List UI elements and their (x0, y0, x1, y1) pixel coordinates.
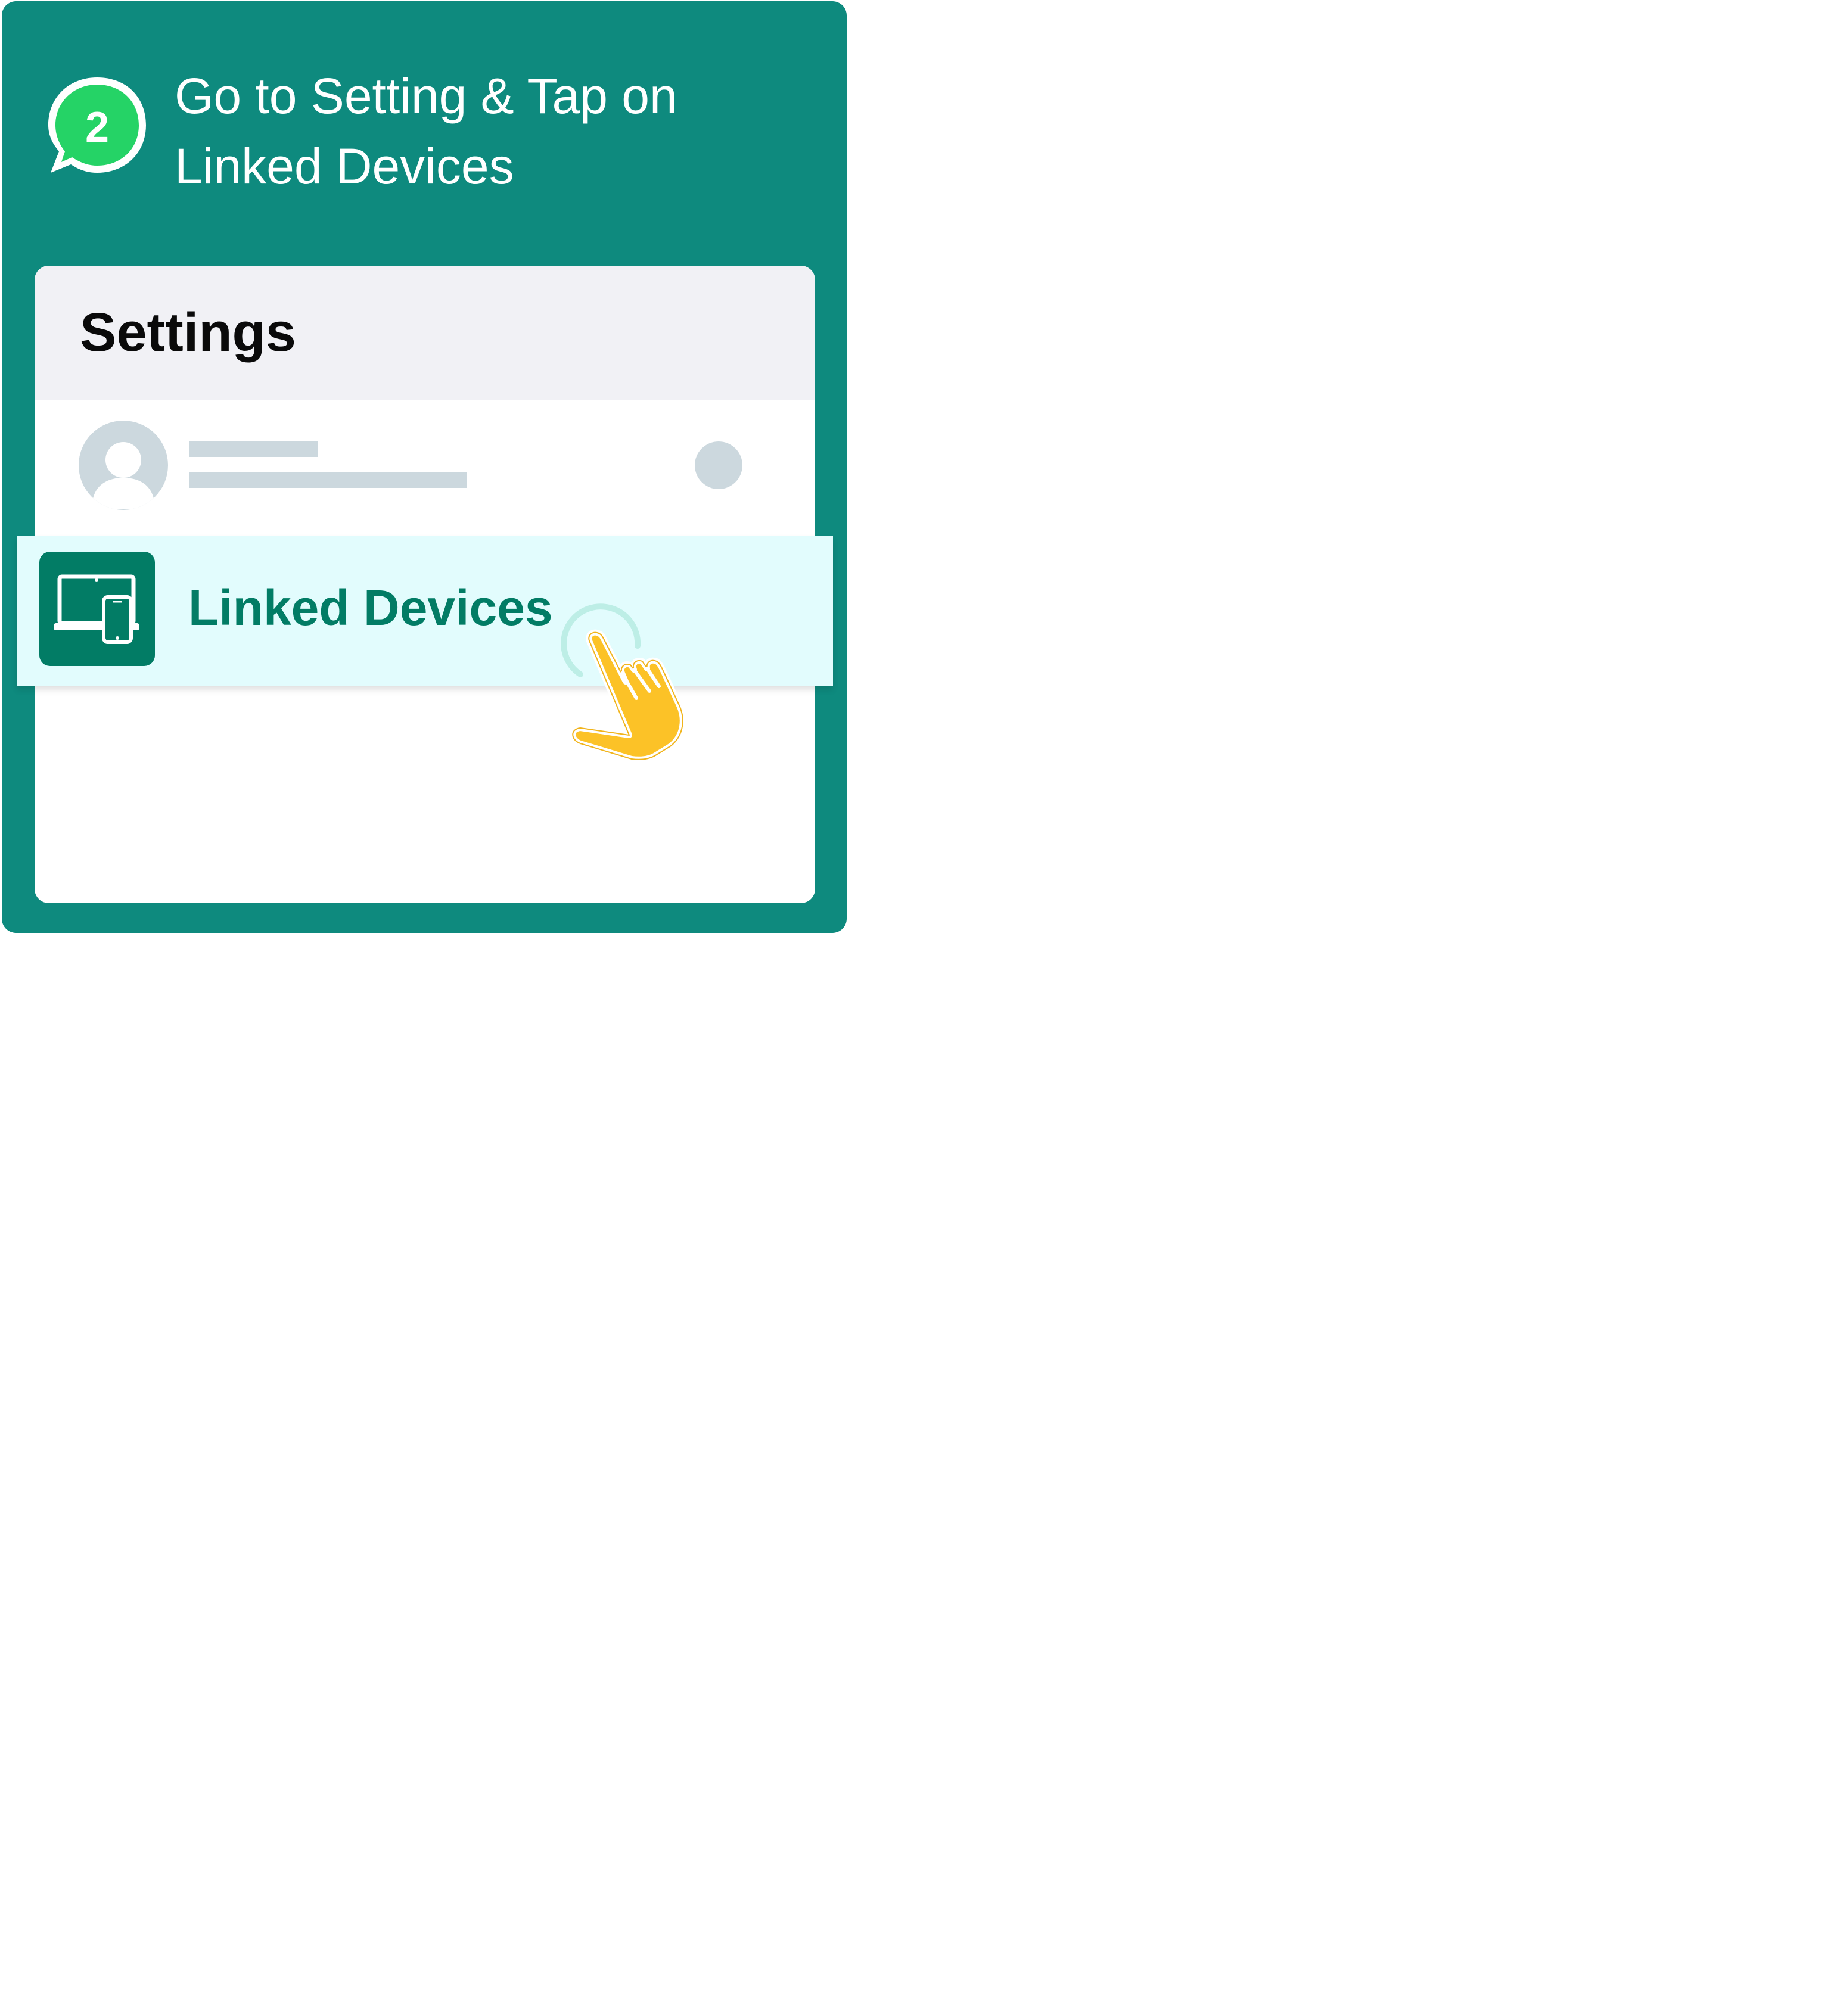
profile-status-placeholder (189, 472, 467, 488)
instruction-line-2: Linked Devices (175, 138, 514, 194)
user-avatar-icon (79, 421, 168, 510)
linked-devices-label: Linked Devices (188, 580, 553, 636)
settings-header: Settings (35, 266, 815, 400)
instruction-line-1: Go to Setting & Tap on (175, 68, 677, 124)
step-instruction: Go to Setting & Tap on Linked Devices (175, 61, 806, 201)
laptop-phone-icon (39, 552, 155, 666)
step-number: 2 (85, 104, 110, 151)
profile-row[interactable] (35, 400, 815, 536)
profile-name-placeholder (189, 441, 318, 457)
tap-hand-icon (560, 603, 739, 786)
page-title: Settings (80, 302, 296, 363)
qr-placeholder-icon[interactable] (695, 441, 742, 489)
